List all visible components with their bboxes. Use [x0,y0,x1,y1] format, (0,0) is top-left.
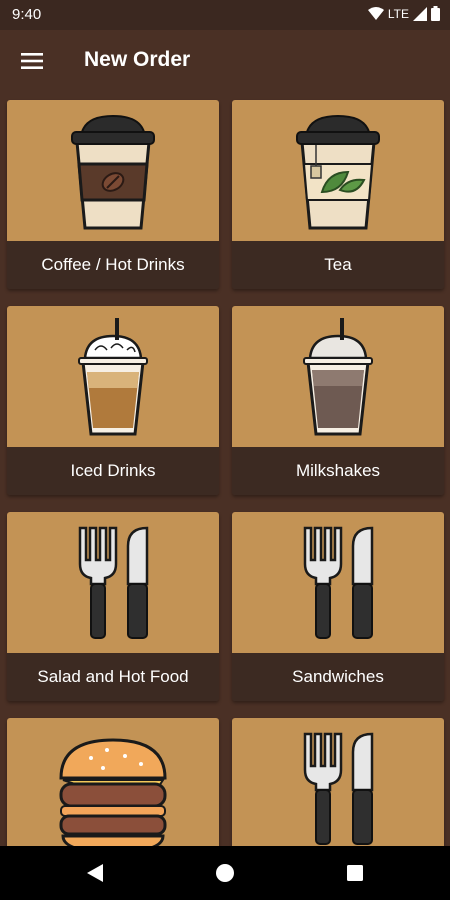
category-image [7,718,219,846]
coffee-cup-icon [71,114,155,230]
burger-icon [59,738,167,846]
back-icon [87,864,103,882]
battery-icon [431,6,440,21]
iced-drink-icon [78,318,148,436]
category-card-tea[interactable]: Tea [232,100,444,289]
home-button[interactable] [205,856,245,890]
wifi-icon [367,6,384,20]
category-image [232,512,444,653]
status-time: 9:40 [12,6,42,23]
network-type: LTE [387,6,409,21]
app-bar: New Order [0,30,450,92]
fork-knife-icon [78,526,149,639]
category-grid: Coffee / Hot Drinks Tea Iced Drinks Milk… [0,92,450,846]
category-label: Tea [232,241,444,289]
tea-cup-icon [296,114,380,230]
category-card-milkshakes[interactable]: Milkshakes [232,306,444,495]
recents-icon [347,865,363,881]
category-label: Iced Drinks [7,447,219,495]
hamburger-menu-icon [21,53,43,69]
category-image [232,100,444,241]
category-image [7,512,219,653]
category-card-burger[interactable] [7,718,219,846]
category-label: Milkshakes [232,447,444,495]
category-label: Sandwiches [232,653,444,701]
signal-icon [413,6,427,21]
category-card-sandwiches[interactable]: Sandwiches [232,512,444,701]
recents-button[interactable] [335,856,375,890]
fork-knife-icon [303,526,374,639]
category-image [7,100,219,241]
page-title: New Order [84,48,191,71]
category-label: Salad and Hot Food [7,653,219,701]
menu-button[interactable] [14,44,50,78]
category-card-coffee[interactable]: Coffee / Hot Drinks [7,100,219,289]
status-icons: LTE [367,6,440,21]
category-card-food[interactable] [232,718,444,846]
status-bar: 9:40 LTE [0,0,450,30]
back-button[interactable] [75,856,115,890]
category-image [7,306,219,447]
milkshake-icon [303,318,373,436]
category-card-iced-drinks[interactable]: Iced Drinks [7,306,219,495]
category-card-salad-hot-food[interactable]: Salad and Hot Food [7,512,219,701]
home-icon [216,864,234,882]
category-label: Coffee / Hot Drinks [7,241,219,289]
category-image [232,718,444,846]
fork-knife-icon [303,732,374,845]
system-nav-bar [0,846,450,900]
category-image [232,306,444,447]
